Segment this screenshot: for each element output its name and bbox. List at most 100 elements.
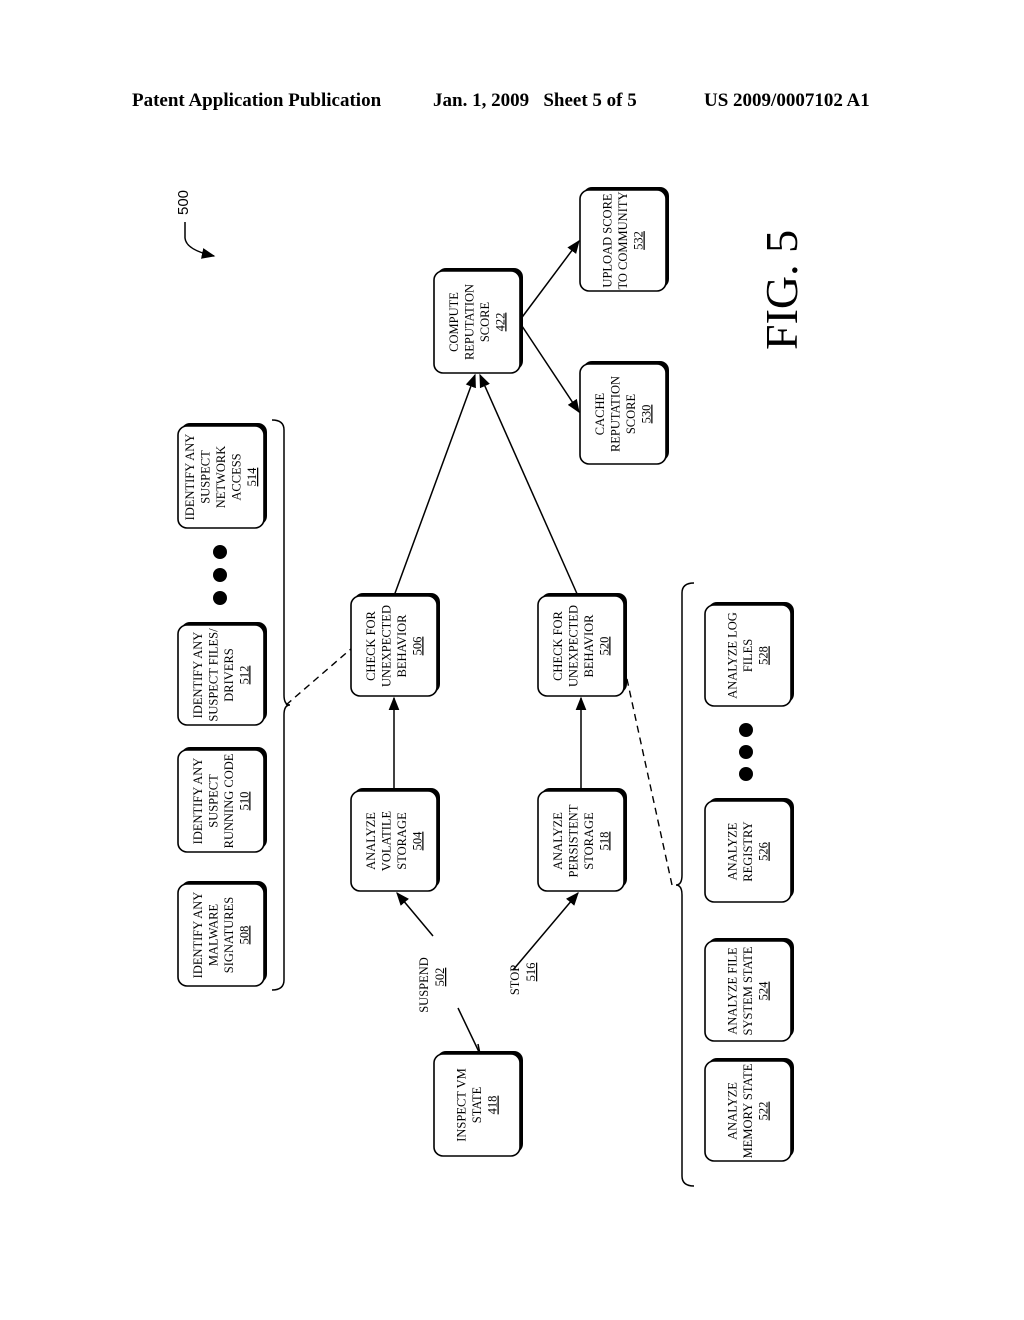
node-label-line: ANALYZE FILE [726, 947, 740, 1035]
node-label-line: INSPECT VM [455, 1068, 469, 1142]
node-422: COMPUTE REPUTATION SCORE 422 [433, 268, 523, 374]
node-label-line: DRIVERS [222, 648, 236, 702]
node-number: 512 [237, 666, 251, 685]
edge-label-text: STOP [508, 965, 522, 995]
node-524: ANALYZE FILE SYSTEM STATE 524 [704, 938, 794, 1042]
node-418: INSPECT VM STATE 418 [433, 1051, 523, 1157]
ellipsis-dot-icon [739, 723, 753, 737]
node-number: 526 [757, 842, 771, 861]
node-530: CACHE REPUTATION SCORE 530 [579, 361, 669, 465]
node-label-line: STORAGE [395, 812, 409, 870]
edge-label-number: 516 [524, 963, 538, 982]
node-number: 418 [486, 1096, 500, 1115]
node-number: 506 [410, 637, 424, 656]
node-532: UPLOAD SCORE TO COMMUNITY 532 [579, 187, 669, 292]
node-510: IDENTIFY ANY SUSPECT RUNNING CODE 510 [177, 747, 267, 853]
dashed-connector [285, 647, 353, 706]
node-518: ANALYZE PERSISTENT STORAGE 518 [537, 788, 627, 892]
node-number: 510 [237, 792, 251, 811]
node-label-line: IDENTIFY ANY [191, 758, 205, 845]
node-label-line: BEHAVIOR [582, 614, 596, 678]
ellipsis-dot-icon [739, 745, 753, 759]
node-label-line: CHECK FOR [551, 610, 565, 680]
node-label-line: SCORE [624, 393, 638, 434]
node-label-line: STATE [470, 1086, 484, 1123]
figure-label: FIG. 5 [756, 230, 807, 350]
node-label-line: ACCESS [230, 453, 244, 500]
node-label-line: ANALYZE [726, 1082, 740, 1140]
edge-422-532 [519, 239, 580, 321]
node-522: ANALYZE MEMORY STATE 522 [704, 1058, 794, 1162]
node-number: 504 [410, 831, 424, 851]
dashed-connector [624, 669, 673, 886]
node-label-line: RUNNING CODE [222, 753, 236, 848]
node-label-line: REGISTRY [741, 821, 755, 881]
node-label-line: SCORE [478, 301, 492, 342]
nodes-layer: INSPECT VM STATE 418ANALYZE VOLATILE STORAGE… [177, 187, 794, 1162]
node-label-line: ANALYZE [364, 812, 378, 870]
node-number: 508 [237, 926, 251, 945]
node-label-line: CHECK FOR [364, 610, 378, 680]
node-label-line: UNEXPECTED [379, 605, 393, 687]
brace-icon [675, 582, 695, 1187]
brace-icon [271, 419, 291, 991]
node-label-line: REPUTATION [462, 284, 476, 360]
edge-422-530 [519, 322, 580, 414]
node-526: ANALYZE REGISTRY 526 [704, 798, 794, 903]
edge-520-422 [479, 373, 579, 597]
node-number: 422 [493, 313, 507, 332]
edge-506-422 [393, 373, 476, 597]
node-label-line: MALWARE [206, 904, 220, 967]
node-label-line: TO COMMUNITY [616, 191, 630, 289]
edge-418-504-segment [457, 1007, 481, 1055]
node-label-line: ANALYZE [726, 822, 740, 880]
node-label-line: IDENTIFY ANY [191, 892, 205, 979]
edge-label-stop: STOP 516 [508, 963, 538, 996]
node-label-line: SUSPECT [199, 450, 213, 504]
node-label-line: SIGNATURES [222, 897, 236, 973]
node-506: CHECK FOR UNEXPECTED BEHAVIOR 506 [350, 593, 440, 697]
figure-reference: 500 [175, 190, 216, 259]
node-label-line: SUSPECT FILES/ [206, 628, 220, 722]
node-label-line: CACHE [593, 392, 607, 435]
node-label-line: STORAGE [582, 812, 596, 870]
edge-418-518 [512, 891, 579, 971]
node-number: 518 [597, 832, 611, 851]
node-label-line: SYSTEM STATE [741, 946, 755, 1035]
node-514: IDENTIFY ANY SUSPECT NETWORK ACCESS 514 [177, 423, 267, 529]
ellipsis-dot-icon [213, 568, 227, 582]
edge-label-suspend: SUSPEND 502 [417, 957, 447, 1013]
node-520: CHECK FOR UNEXPECTED BEHAVIOR 520 [537, 593, 627, 697]
ellipsis-dot-icon [739, 767, 753, 781]
node-label-line: ANALYZE LOG [726, 612, 740, 699]
node-504: ANALYZE VOLATILE STORAGE 504 [350, 788, 440, 892]
figure-reference-number: 500 [175, 190, 192, 215]
edge-418-504 [396, 891, 434, 937]
node-number: 530 [639, 405, 653, 424]
ellipsis-dot-icon [213, 591, 227, 605]
node-number: 528 [757, 646, 771, 665]
flow-diagram: INSPECT VM STATE 418ANALYZE VOLATILE STORAGE… [175, 187, 807, 1187]
node-label-line: FILES [741, 639, 755, 672]
node-number: 520 [597, 637, 611, 656]
node-number: 522 [757, 1102, 771, 1121]
node-number: 524 [757, 981, 771, 1001]
node-512: IDENTIFY ANY SUSPECT FILES/DRIVERS 512 [177, 622, 267, 726]
edge-label-text: SUSPEND [417, 957, 431, 1013]
node-label-line: IDENTIFY ANY [191, 632, 205, 719]
node-528: ANALYZE LOG FILES 528 [704, 602, 794, 707]
node-label-line: UPLOAD SCORE [601, 193, 615, 287]
node-label-line: ANALYZE [551, 812, 565, 870]
node-label-line: BEHAVIOR [395, 614, 409, 678]
node-label-line: SUSPECT [206, 774, 220, 828]
node-label-line: COMPUTE [447, 292, 461, 352]
node-label-line: PERSISTENT [566, 804, 580, 877]
node-label-line: VOLATILE [379, 810, 393, 871]
ellipsis-dot-icon [213, 545, 227, 559]
edge-label-number: 502 [433, 968, 447, 987]
node-label-line: MEMORY STATE [741, 1063, 755, 1158]
node-label-line: UNEXPECTED [566, 605, 580, 687]
node-label-line: NETWORK [214, 446, 228, 509]
node-number: 514 [245, 467, 259, 487]
edge-labels-layer: SUSPEND 502 STOP 516 [417, 957, 538, 1013]
